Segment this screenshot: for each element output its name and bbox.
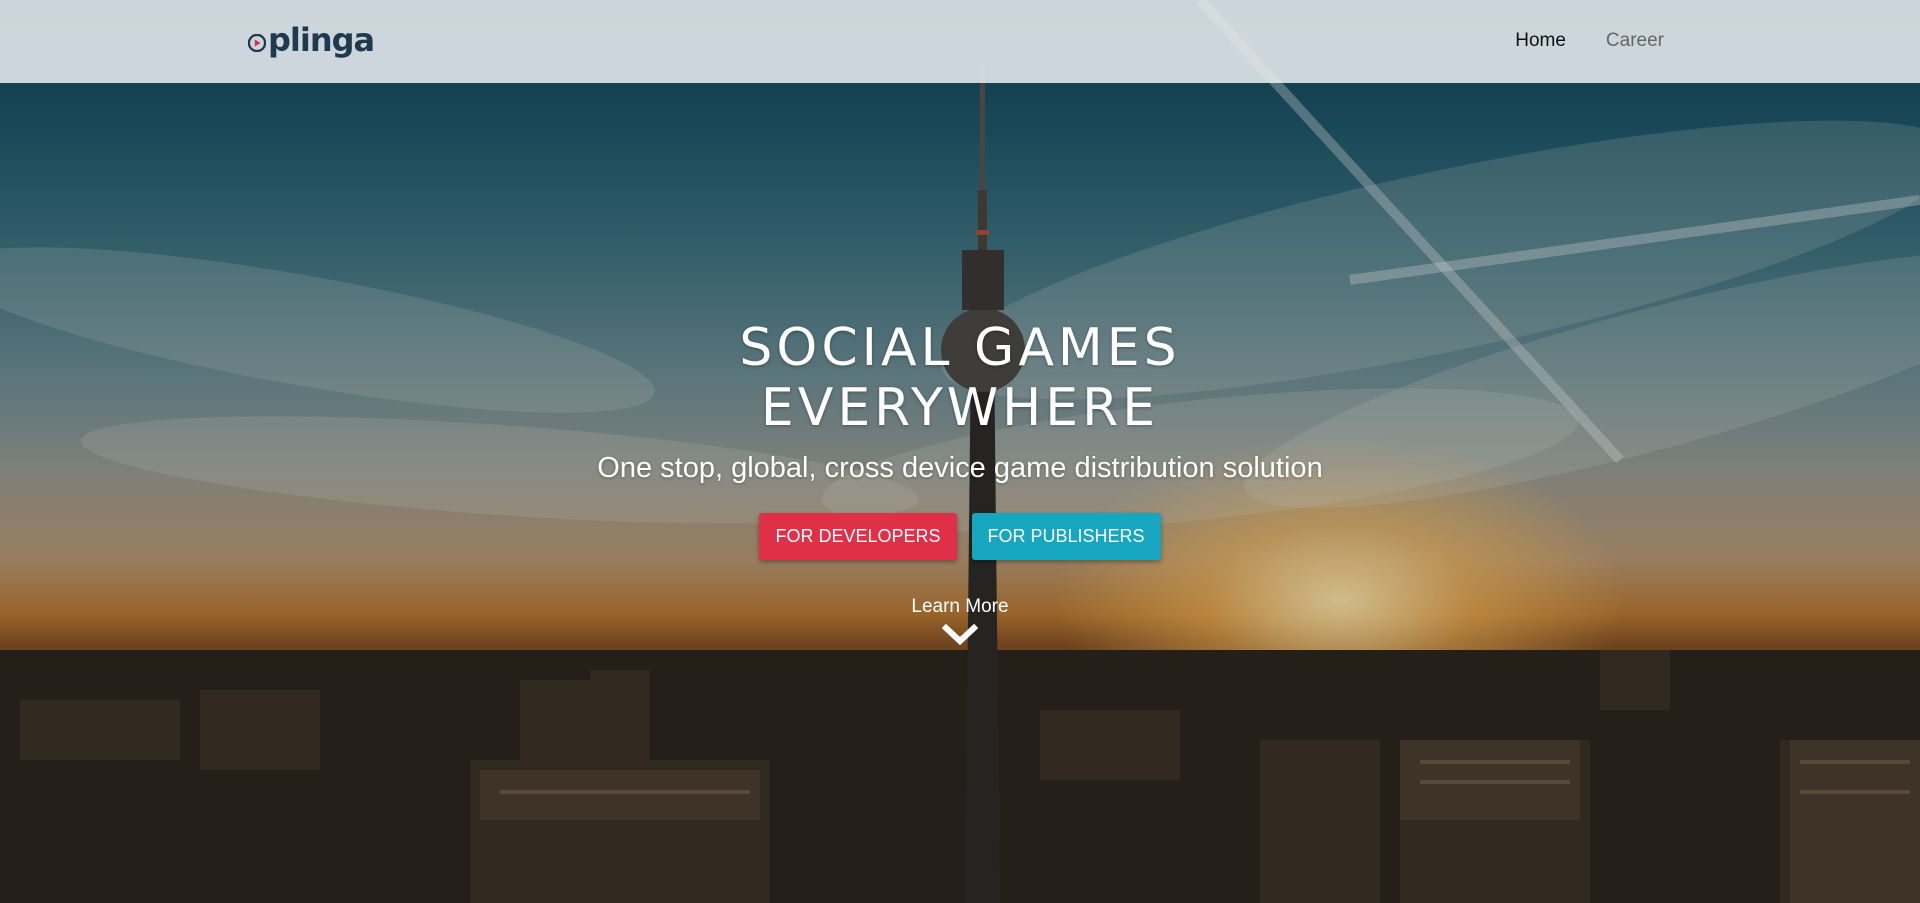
cta-button-group: FOR DEVELOPERS FOR PUBLISHERS xyxy=(0,513,1920,560)
for-developers-button[interactable]: FOR DEVELOPERS xyxy=(759,513,957,560)
for-publishers-button[interactable]: FOR PUBLISHERS xyxy=(971,513,1161,560)
hero-headline-line-1: SOCIAL GAMES xyxy=(739,318,1181,378)
page: plinga Home Career SOCIAL GAMES EVERYWHE… xyxy=(0,0,1920,903)
learn-more-link[interactable]: Learn More xyxy=(0,596,1920,646)
hero-section: SOCIAL GAMES EVERYWHERE One stop, global… xyxy=(0,318,1920,560)
logo-text: plinga xyxy=(268,21,375,59)
hero-headline: SOCIAL GAMES EVERYWHERE xyxy=(0,318,1920,438)
learn-more-label: Learn More xyxy=(911,596,1009,617)
hero-subtitle: One stop, global, cross device game dist… xyxy=(597,452,1323,484)
chevron-down-icon xyxy=(942,624,978,646)
logo-link[interactable]: plinga xyxy=(248,21,375,59)
hero-headline-line-2: EVERYWHERE xyxy=(760,378,1160,438)
nav-links: Home Career xyxy=(1515,30,1664,52)
nav-link-home[interactable]: Home xyxy=(1515,30,1566,52)
top-navbar: plinga Home Career xyxy=(0,0,1920,83)
nav-link-career[interactable]: Career xyxy=(1606,30,1664,52)
play-circle-icon xyxy=(248,34,266,52)
